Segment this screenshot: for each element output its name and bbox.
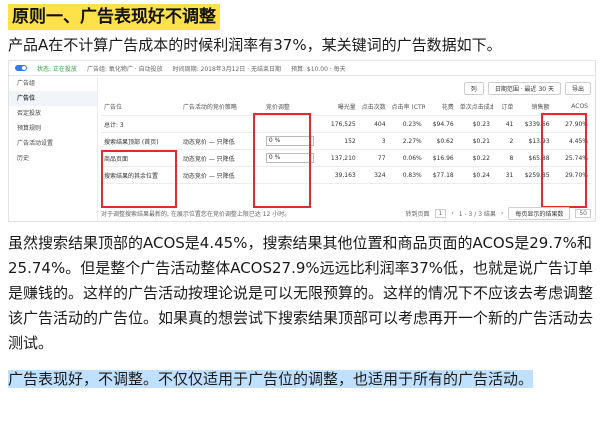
- campaign-status-bar: 状态: 正在投放 广告组: 氧化物广 · 自动投放 时间周期: 2018年3月1…: [9, 61, 595, 76]
- cell: 31: [492, 166, 517, 184]
- cell: $0.23: [456, 115, 493, 133]
- sidebar-item-history[interactable]: 历史: [9, 151, 97, 166]
- cell: 搜索结果顶部 (首页): [101, 132, 180, 150]
- annotation-box-placements: [101, 150, 177, 208]
- cell: 77: [358, 149, 389, 167]
- cell: 39,163: [322, 166, 359, 184]
- sidebar-item-placements[interactable]: 广告位: [9, 91, 97, 106]
- cell: 3: [358, 132, 389, 150]
- cell: $0.22: [456, 149, 493, 167]
- annotation-box-bid-adjustment: [253, 113, 311, 208]
- cell: $0.62: [424, 132, 457, 150]
- header-placement: 广告位: [101, 97, 180, 116]
- cell: 动态竞价 — 只降低: [179, 166, 263, 184]
- cell: 0.23%: [388, 115, 425, 133]
- cell: 总计: 3: [101, 115, 180, 133]
- table-header-row: 广告位 广告活动的竞价策略 竞价调整 曝光量 点击次数 点击率 (CTR) 花费…: [101, 97, 591, 116]
- cell: 动态竞价 — 只降低: [179, 149, 263, 167]
- sidebar-item-campaign-settings[interactable]: 广告活动设置: [9, 136, 97, 151]
- budget-label: 预算: $10.00 · 每天: [290, 65, 346, 73]
- cell: 324: [358, 166, 389, 184]
- cell: 0.83%: [388, 166, 425, 184]
- annotation-box-acos: [541, 113, 587, 208]
- per-page-label: 每页显示的结果数: [508, 206, 571, 220]
- table-row-total: 总计: 3 176,525 404 0.23% $94.76 $0.23 41 …: [101, 115, 591, 133]
- ad-placement-screenshot: 状态: 正在投放 广告组: 氧化物广 · 自动投放 时间周期: 2018年3月1…: [8, 60, 596, 222]
- cell: $0.24: [456, 166, 493, 184]
- header-impressions: 曝光量: [322, 97, 359, 116]
- table-toolbar: 列 日期范围 · 最近 30 天 导出: [101, 79, 591, 97]
- header-bid-strategy: 广告活动的竞价策略: [179, 97, 263, 116]
- header-orders: 订单: [492, 97, 517, 116]
- footer-note: 对于调整搜索结果最新的, 在展示位置您在竞价调整上限已达 12 小时。: [101, 210, 291, 218]
- cell: 176,525: [322, 115, 359, 133]
- sidebar-item-ad-groups[interactable]: 广告组: [9, 76, 97, 91]
- cell: 动态竞价 — 只降低: [179, 132, 263, 150]
- campaign-toggle[interactable]: [15, 65, 27, 71]
- placement-panel: 列 日期范围 · 最近 30 天 导出 广告位 广告活动的竞价策略 竞价调整 曝…: [101, 76, 591, 221]
- header-spend: 花费: [424, 97, 457, 116]
- cell: 8: [492, 149, 517, 167]
- header-ctr: 点击率 (CTR): [388, 97, 425, 116]
- footer-goto-label: 转到页面: [405, 210, 430, 218]
- per-page-select[interactable]: 50: [575, 208, 591, 218]
- sidebar-item-negative-targeting[interactable]: 否定投放: [9, 106, 97, 121]
- cell: [179, 115, 263, 133]
- columns-button[interactable]: 列: [463, 81, 484, 95]
- sidebar-item-budget-rules[interactable]: 预算规则: [9, 121, 97, 136]
- status-label: 状态: 正在投放: [37, 65, 77, 73]
- page-number-input[interactable]: 1: [434, 208, 447, 218]
- cell: $16.96: [424, 149, 457, 167]
- chevron-left-icon[interactable]: ‹: [451, 210, 453, 217]
- cell: 152: [322, 132, 359, 150]
- campaign-sidebar: 广告组 广告位 否定投放 预算规则 广告活动设置 历史: [9, 76, 98, 221]
- header-cpc: 单次点击成本: [456, 97, 493, 116]
- date-range-button[interactable]: 日期范围 · 最近 30 天: [487, 81, 561, 95]
- cell: $77.18: [424, 166, 457, 184]
- cell: 41: [492, 115, 517, 133]
- result-range: 1 - 3 / 3 结果: [458, 210, 496, 218]
- cell: $94.76: [424, 115, 457, 133]
- chevron-right-icon[interactable]: ›: [501, 210, 503, 217]
- ad-group-label: 广告组: 氧化物广 · 自动投放: [86, 65, 163, 73]
- table-footer: 对于调整搜索结果最新的, 在展示位置您在竞价调整上限已达 12 小时。 转到页面…: [101, 206, 591, 220]
- header-clicks: 点击次数: [358, 97, 389, 116]
- cell: 404: [358, 115, 389, 133]
- table-row: 搜索结果顶部 (首页) 动态竞价 — 只降低 0 % 152 3 2.27% $…: [101, 132, 591, 150]
- export-button[interactable]: 导出: [564, 81, 591, 95]
- cell: 137,210: [322, 149, 359, 167]
- period-label: 时间周期: 2018年3月12日 · 无结束日期: [172, 65, 281, 73]
- analysis-paragraph: 虽然搜索结果顶部的ACOS是4.45%，搜索结果其他位置和商品页面的ACOS是2…: [8, 234, 594, 352]
- cell: 2: [492, 132, 517, 150]
- cell: 2.27%: [388, 132, 425, 150]
- intro-paragraph: 产品A在不计算广告成本的时候利润率有37%，某关键词的广告数据如下。: [8, 36, 502, 54]
- cell: $0.21: [456, 132, 493, 150]
- cell: 0.06%: [388, 149, 425, 167]
- conclusion-highlight: 广告表现好，不调整。不仅仅适用于广告位的调整，也适用于所有的广告活动。: [8, 370, 534, 388]
- section-heading: 原则一、广告表现好不调整: [8, 4, 220, 30]
- conclusion-paragraph: 广告表现好，不调整。不仅仅适用于广告位的调整，也适用于所有的广告活动。: [8, 367, 600, 392]
